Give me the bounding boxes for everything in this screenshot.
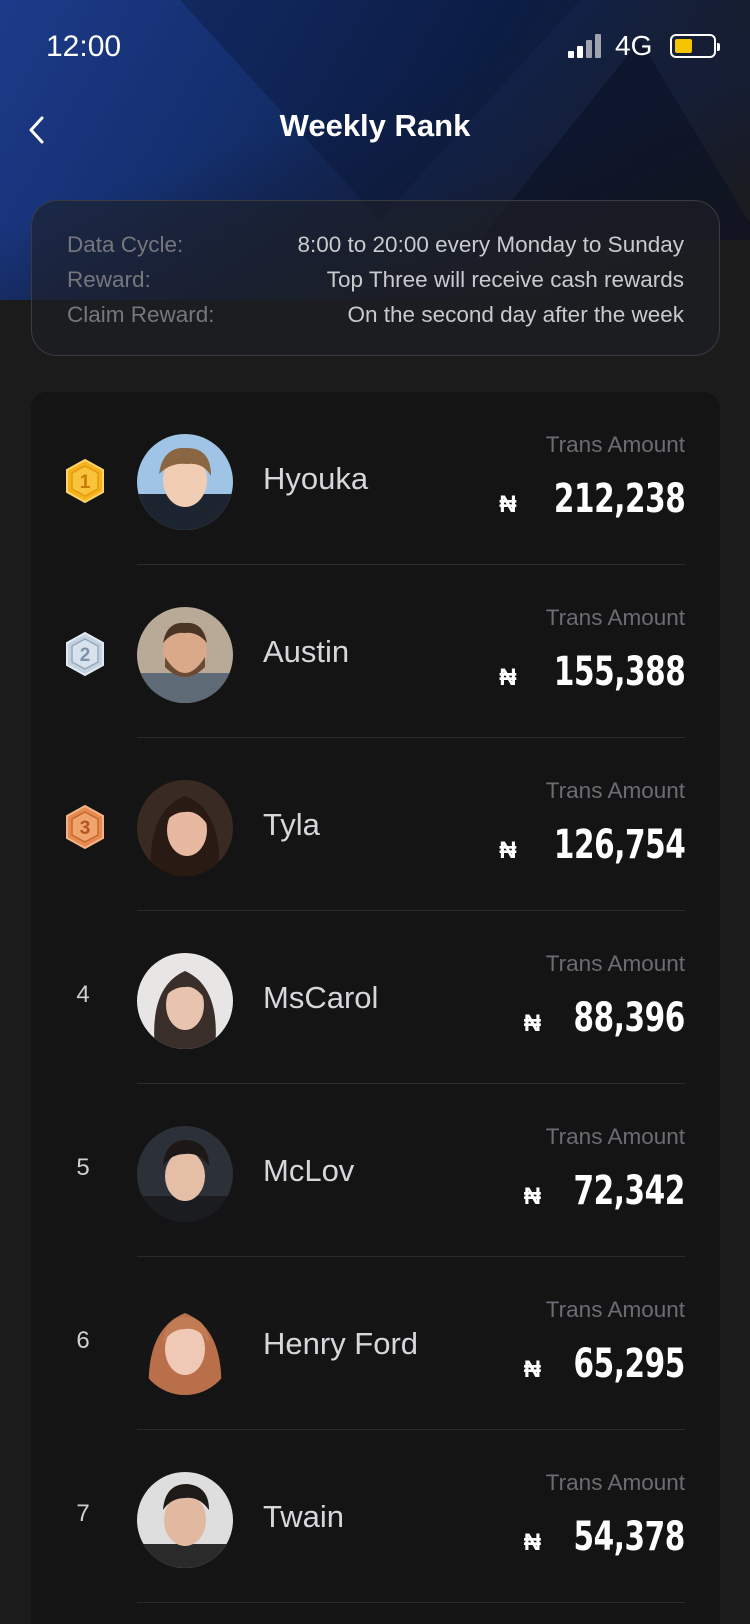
ranking-row[interactable]: 6 Henry Ford Trans Amount ₦ 65,295 — [31, 1257, 720, 1430]
user-name: Twain — [263, 1499, 344, 1534]
amount-value: 65,295 — [573, 1341, 686, 1387]
avatar — [137, 434, 233, 530]
amount-value: 72,342 — [573, 1168, 686, 1214]
avatar — [137, 1472, 233, 1568]
amount: ₦ 126,754 — [499, 822, 685, 868]
amount-label: Trans Amount — [545, 1470, 685, 1495]
ranking-row[interactable]: 1 Hyouka Trans Amount ₦ 212,238 — [31, 392, 720, 565]
amount-label: Trans Amount — [545, 951, 685, 976]
rank-number: 1 — [80, 472, 91, 493]
info-row-claim-reward: Claim Reward: On the second day after th… — [67, 297, 684, 332]
amount: ₦ 65,295 — [523, 1341, 686, 1387]
currency-symbol: ₦ — [499, 664, 517, 691]
ranking-row[interactable]: 2 Austin Trans Amount ₦ 155,388 — [31, 565, 720, 738]
amount: ₦ 72,342 — [523, 1168, 686, 1214]
currency-symbol: ₦ — [499, 491, 517, 518]
rank-number: 2 — [80, 645, 91, 666]
amount: ₦ 54,378 — [523, 1514, 686, 1560]
rank-number: 5 — [76, 1154, 90, 1181]
user-name: McLov — [263, 1153, 355, 1188]
page-title: Weekly Rank — [279, 108, 471, 143]
info-row-data-cycle: Data Cycle: 8:00 to 20:00 every Monday t… — [67, 227, 684, 262]
battery-level — [675, 39, 692, 53]
info-value: On the second day after the week — [347, 301, 684, 327]
amount-value: 126,754 — [553, 822, 685, 868]
rank-number: 3 — [80, 818, 91, 839]
amount: ₦ 212,238 — [499, 476, 685, 522]
currency-symbol: ₦ — [523, 1356, 542, 1383]
avatar — [137, 1299, 233, 1395]
status-time: 12:00 — [46, 30, 122, 63]
info-label: Data Cycle: — [67, 231, 184, 257]
battery-icon — [670, 34, 720, 58]
avatar — [137, 607, 233, 703]
amount-value: 54,378 — [573, 1514, 686, 1560]
amount-value: 88,396 — [573, 995, 686, 1041]
gold-medal-icon: 1 — [66, 458, 104, 504]
amount-label: Trans Amount — [545, 1124, 685, 1149]
rank-number: 4 — [76, 981, 90, 1008]
amount: ₦ 88,396 — [523, 995, 686, 1041]
signal-icon — [568, 34, 602, 58]
amount-value: 212,238 — [553, 476, 685, 522]
currency-symbol: ₦ — [523, 1529, 542, 1556]
rules-panel: Data Cycle: 8:00 to 20:00 every Monday t… — [31, 200, 720, 356]
user-name: Austin — [263, 634, 350, 669]
network-type: 4G — [615, 30, 653, 61]
ranking-row[interactable]: 7 Twain Trans Amount ₦ 54,378 — [31, 1430, 720, 1603]
divider — [137, 1602, 685, 1603]
amount-label: Trans Amount — [545, 432, 685, 457]
amount-value: 155,388 — [553, 649, 685, 695]
amount-label: Trans Amount — [545, 605, 685, 630]
user-name: Tyla — [263, 807, 320, 842]
ranking-list: 1 Hyouka Trans Amount ₦ 212,238 2 Austin… — [31, 392, 720, 1624]
silver-medal-icon: 2 — [66, 631, 104, 677]
info-value: Top Three will receive cash rewards — [326, 266, 684, 292]
ranking-row[interactable]: 5 McLov Trans Amount ₦ 72,342 — [31, 1084, 720, 1257]
avatar — [137, 953, 233, 1049]
avatar — [137, 1126, 233, 1222]
rank-number: 7 — [76, 1500, 90, 1527]
currency-symbol: ₦ — [499, 837, 517, 864]
status-bar: 12:00 4G — [0, 0, 750, 95]
info-label: Reward: — [67, 266, 151, 292]
amount-label: Trans Amount — [545, 778, 685, 803]
avatar — [137, 780, 233, 876]
currency-symbol: ₦ — [523, 1183, 542, 1210]
amount: ₦ 155,388 — [499, 649, 685, 695]
info-label: Claim Reward: — [67, 301, 215, 327]
ranking-row[interactable]: 3 Tyla Trans Amount ₦ 126,754 — [31, 738, 720, 911]
info-row-reward: Reward: Top Three will receive cash rewa… — [67, 262, 684, 297]
user-name: Henry Ford — [263, 1326, 419, 1361]
bronze-medal-icon: 3 — [66, 804, 104, 850]
user-name: Hyouka — [263, 461, 369, 496]
currency-symbol: ₦ — [523, 1010, 542, 1037]
rank-number: 6 — [76, 1327, 90, 1354]
ranking-row[interactable]: 4 MsCarol Trans Amount ₦ 88,396 — [31, 911, 720, 1084]
amount-label: Trans Amount — [545, 1297, 685, 1322]
user-name: MsCarol — [263, 980, 379, 1015]
info-value: 8:00 to 20:00 every Monday to Sunday — [297, 231, 684, 257]
